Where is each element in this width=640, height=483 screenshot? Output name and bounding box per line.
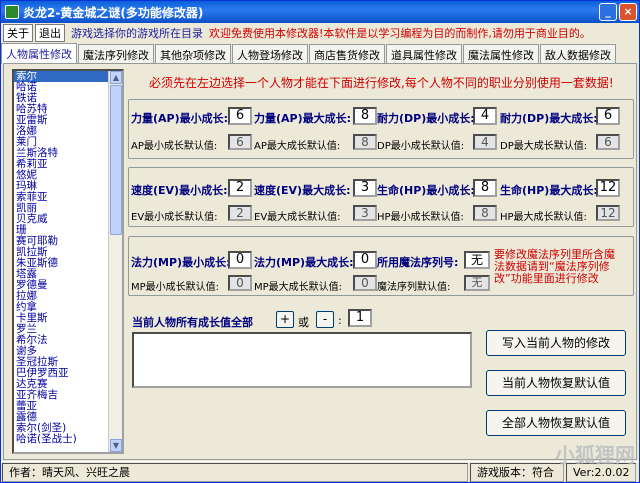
mp-max-input[interactable]: 0 [353, 251, 377, 269]
hp-min-default-label: HP最小成长默认值: [377, 212, 464, 223]
menu-bar: 关于 退出 游戏选择你的游戏所在目录 欢迎免费使用本修改器!本软件是以学习编程为… [1, 23, 639, 43]
restore-current-button[interactable]: 当前人物恢复默认值 [486, 370, 626, 396]
tab-panel: 索尔 哈诺 铁诺 哈苏特 亚雷斯 洛娜 莱门 兰斯洛特 希莉亚 悠妮 玛琳 索菲亚 凯丽 贝克威珊赛可耶勒… [3, 63, 637, 460]
hp-min-label: 生命(HP)最小成长: [377, 184, 475, 197]
welcome-text: 欢迎免费使用本修改器!本软件是以学习编程为目的而制作,请勿用于商业目的。 [209, 27, 591, 40]
author-text: 作者：晴天风、兴旺之晨 [2, 463, 468, 482]
write-button[interactable]: 写入当前人物的修改 [486, 330, 626, 356]
title-bar[interactable]: 炎龙2-黄金城之谜(多功能修改器) _ × [1, 1, 639, 23]
mp-max-default-label: MP最大成长默认值: [254, 282, 343, 293]
ev-max-default-label: EV最大成长默认值: [254, 212, 341, 223]
ev-max-label: 速度(EV)最大成长: [254, 184, 351, 197]
watermark: 小狐狸网 [555, 443, 635, 467]
tab-strip: 人物属性修改 魔法序列修改 其他杂项修改 人物登场修改 商店售货修改 道具属性修… [1, 43, 639, 64]
ap-max-input[interactable]: 8 [353, 107, 377, 125]
ev-min-default: 2 [228, 205, 252, 221]
all-growth-label: 当前人物所有成长值全部 [132, 316, 253, 329]
status-bar: 作者：晴天风、兴旺之晨 游戏版本：符合 Ver:2.0.02 [1, 461, 639, 482]
log-textarea[interactable] [132, 332, 472, 388]
minimize-button[interactable]: _ [599, 3, 617, 21]
mp-min-input[interactable]: 0 [228, 251, 252, 269]
magic-seq-label: 所用魔法序列号: [377, 256, 459, 269]
game-version-text: 游戏版本：符合 [470, 463, 564, 482]
ap-min-default-label: AP最小成长默认值: [131, 141, 218, 152]
character-list[interactable]: 索尔 哈诺 铁诺 哈苏特 亚雷斯 洛娜 莱门 兰斯洛特 希莉亚 悠妮 玛琳 索菲亚 凯丽 贝克威珊赛可耶勒… [12, 69, 124, 454]
ap-max-default: 8 [353, 134, 377, 150]
mp-max-default: 0 [353, 275, 377, 291]
ev-max-input[interactable]: 3 [353, 179, 377, 197]
list-scrollbar[interactable]: ▲ ▼ [108, 71, 122, 452]
mp-min-default: 0 [228, 275, 252, 291]
dp-min-default: 4 [473, 134, 497, 150]
all-growth-input[interactable]: 1 [348, 309, 372, 327]
menu-exit[interactable]: 退出 [35, 24, 65, 42]
dp-min-default-label: DP最小成长默认值: [377, 141, 465, 152]
ev-min-input[interactable]: 2 [228, 179, 252, 197]
ap-min-default: 6 [228, 134, 252, 150]
magic-seq-default-label: 魔法序列默认值: [377, 282, 451, 293]
ev-max-default: 3 [353, 205, 377, 221]
ap-max-default-label: AP最大成长默认值: [254, 141, 341, 152]
scroll-down-icon[interactable]: ▼ [110, 439, 122, 452]
scroll-thumb[interactable] [110, 85, 122, 235]
app-icon [5, 5, 19, 19]
magic-seq-input[interactable]: 无 [464, 251, 490, 269]
tab-enemy-data[interactable]: 敌人数据修改 [540, 44, 616, 63]
magic-seq-default: 无 [464, 275, 490, 291]
hp-min-input[interactable]: 8 [473, 179, 497, 197]
hp-max-default: 12 [596, 205, 620, 221]
main-window: 炎龙2-黄金城之谜(多功能修改器) _ × 关于 退出 游戏选择你的游戏所在目录… [0, 0, 640, 483]
mp-min-label: 法力(MP)最小成长: [131, 256, 231, 269]
hp-max-input[interactable]: 12 [596, 179, 620, 197]
dp-max-input[interactable]: 6 [596, 107, 620, 125]
or-label: 或 [298, 316, 309, 329]
ap-min-label: 力量(AP)最小成长: [131, 112, 229, 125]
ap-min-input[interactable]: 6 [228, 107, 252, 125]
window-title: 炎龙2-黄金城之谜(多功能修改器) [23, 5, 204, 20]
dp-min-label: 耐力(DP)最小成长: [377, 112, 475, 125]
character-list-item[interactable]: 贝克威 [14, 214, 122, 225]
menu-about[interactable]: 关于 [3, 24, 33, 42]
hp-max-default-label: HP最大成长默认值: [500, 212, 587, 223]
hp-min-default: 8 [473, 205, 497, 221]
ev-min-label: 速度(EV)最小成长: [131, 184, 228, 197]
warning-text: 必须先在左边选择一个人物才能在下面进行修改,每个人物不同的职业分别使用一套数据! [149, 76, 614, 90]
minus-button[interactable]: - [316, 311, 334, 328]
tab-misc[interactable]: 其他杂项修改 [155, 44, 231, 63]
mp-min-default-label: MP最小成长默认值: [131, 282, 220, 293]
tab-character-attributes[interactable]: 人物属性修改 [1, 43, 77, 64]
restore-all-button[interactable]: 全部人物恢复默认值 [486, 410, 626, 436]
ev-min-default-label: EV最小成长默认值: [131, 212, 218, 223]
directory-hint: 游戏选择你的游戏所在目录 [71, 27, 203, 40]
tab-item-attributes[interactable]: 道具属性修改 [386, 44, 462, 63]
tab-character-appearance[interactable]: 人物登场修改 [232, 44, 308, 63]
dp-max-default: 6 [596, 134, 620, 150]
hp-max-label: 生命(HP)最大成长: [500, 184, 598, 197]
dp-max-default-label: DP最大成长默认值: [500, 141, 588, 152]
tab-magic-attributes[interactable]: 魔法属性修改 [463, 44, 539, 63]
scroll-up-icon[interactable]: ▲ [110, 71, 122, 84]
dp-min-input[interactable]: 4 [473, 107, 497, 125]
tab-magic-sequence[interactable]: 魔法序列修改 [78, 44, 154, 63]
character-list-item[interactable]: 哈诺(圣战士) [14, 434, 122, 445]
ap-max-label: 力量(AP)最大成长: [254, 112, 352, 125]
plus-button[interactable]: + [276, 311, 294, 328]
tab-shop[interactable]: 商店售货修改 [309, 44, 385, 63]
mp-max-label: 法力(MP)最大成长: [254, 256, 354, 269]
colon-label: : [338, 314, 342, 327]
magic-seq-note: 要修改魔法序列里所含魔法数据请到“魔法序列修改”功能里面进行修改 [494, 248, 615, 285]
close-button[interactable]: × [619, 3, 637, 21]
dp-max-label: 耐力(DP)最大成长: [500, 112, 598, 125]
